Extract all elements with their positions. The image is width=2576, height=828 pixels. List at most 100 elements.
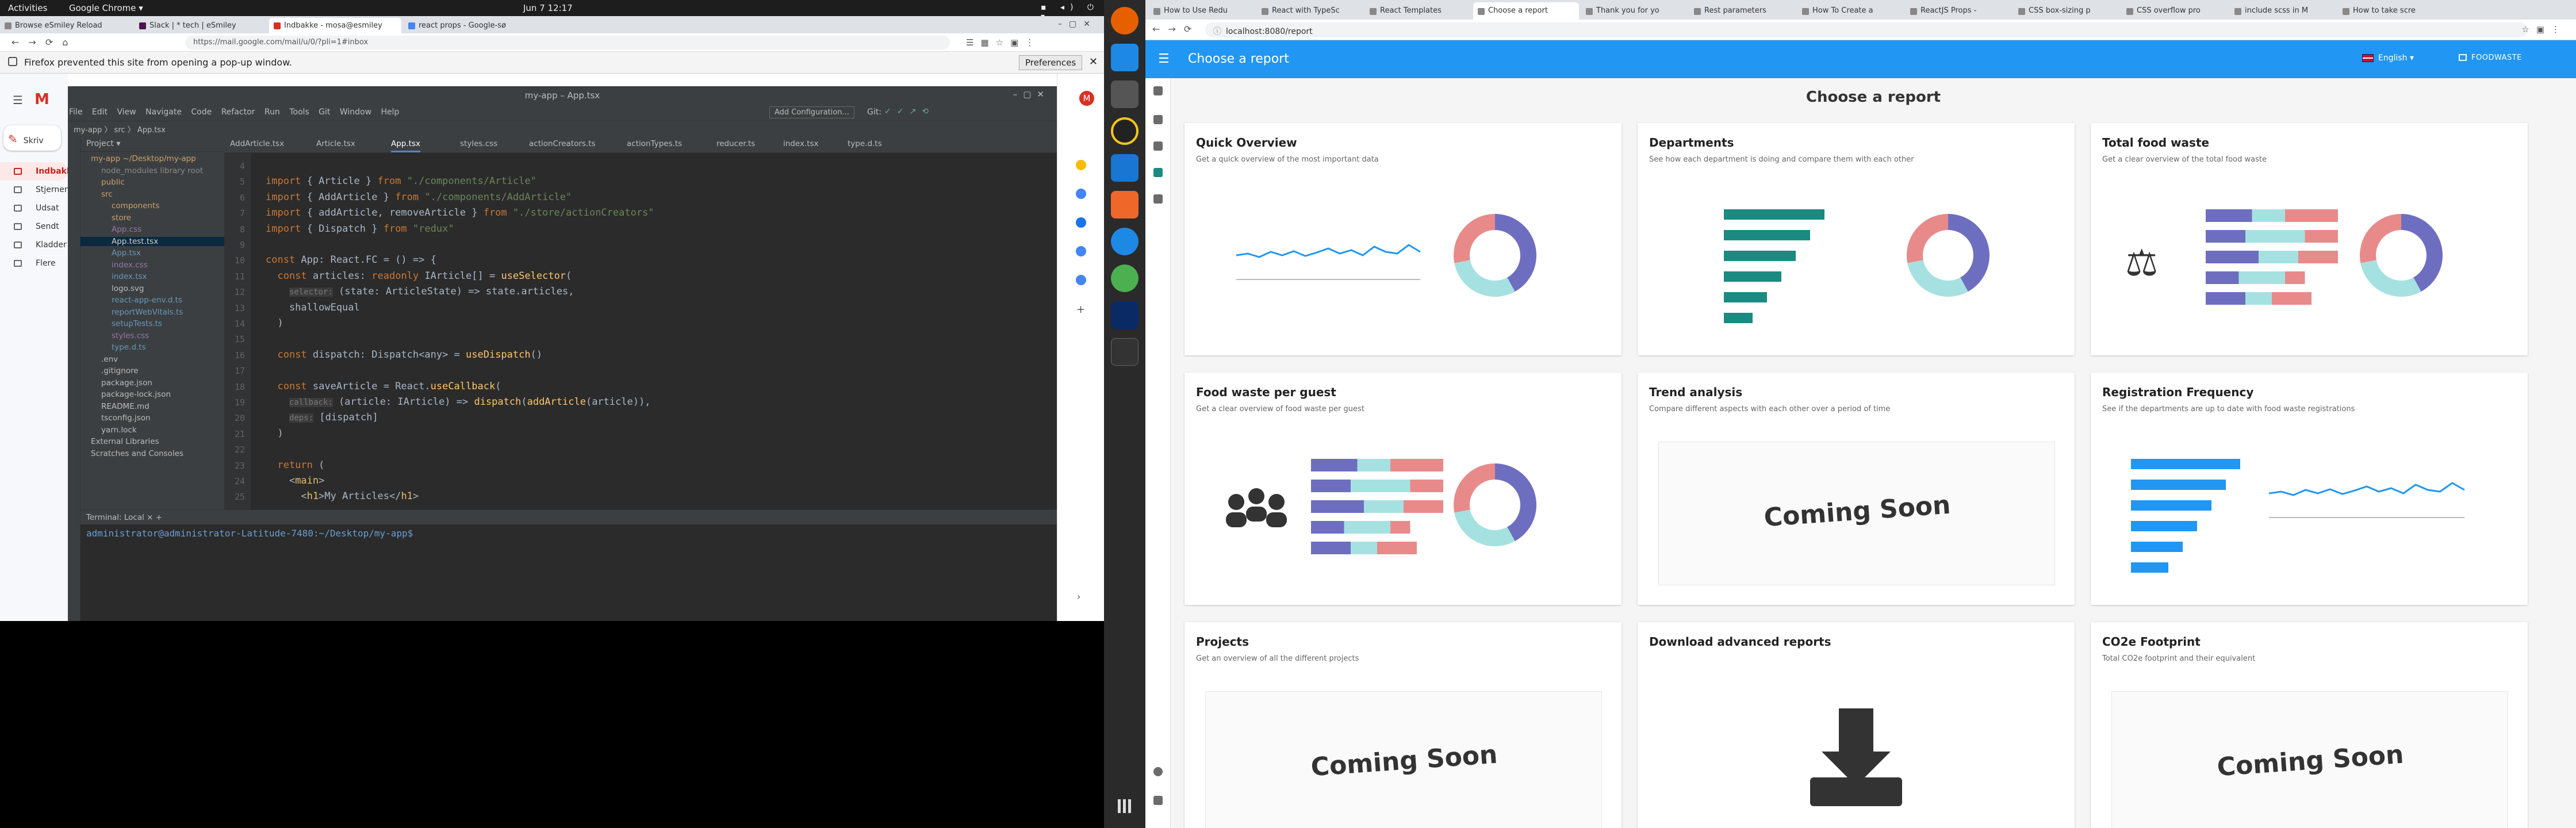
firefox-icon[interactable]: [1111, 7, 1138, 34]
tree-node[interactable]: index.css: [112, 260, 148, 270]
project-panel-header[interactable]: Project ▾: [80, 136, 224, 152]
report-card[interactable]: Quick Overview Get a quick overview of th…: [1184, 123, 1621, 355]
nav-buttons-icon[interactable]: ←→⟳: [1152, 24, 1199, 34]
tree-node[interactable]: store: [112, 213, 131, 223]
tree-node[interactable]: External Libraries: [91, 437, 159, 446]
app-menu[interactable]: Google Chrome ▾: [69, 3, 143, 13]
report-card[interactable]: Projects Get an overview of all the diffe…: [1184, 622, 1621, 828]
code-line[interactable]: callback: (article: IArticle) => dispatc…: [266, 396, 651, 408]
help-icon[interactable]: [1153, 767, 1163, 776]
keep-icon[interactable]: [1076, 189, 1086, 199]
brand-button[interactable]: FOODWASTE: [2471, 53, 2522, 62]
ide-menu-window[interactable]: Window: [340, 108, 371, 117]
tree-node[interactable]: src: [101, 190, 113, 199]
language-select[interactable]: English ▾: [2378, 53, 2414, 63]
ide-menu-code[interactable]: Code: [191, 108, 212, 117]
tree-node[interactable]: Scratches and Consoles: [91, 449, 183, 458]
right-tab[interactable]: How to take scre: [2338, 2, 2444, 20]
report-card[interactable]: Registration Frequency See if the departm…: [2091, 373, 2528, 605]
ide-menu-tools[interactable]: Tools: [289, 108, 309, 117]
editor-tab-active[interactable]: App.tsx: [391, 139, 420, 152]
thunderbird-icon[interactable]: [1111, 44, 1138, 71]
tree-node[interactable]: type.d.ts: [112, 343, 146, 352]
terminal-header[interactable]: Terminal: Local × +: [80, 509, 1057, 524]
code-line[interactable]: import { Article } from "./components/Ar…: [266, 175, 536, 187]
report-card[interactable]: Download advanced reports: [1638, 622, 2075, 828]
gmail-item-snoozed[interactable]: Udsat: [0, 199, 68, 217]
tree-node[interactable]: setupTests.ts: [112, 319, 162, 328]
code-line[interactable]: const dispatch: Dispatch<any> = useDispa…: [266, 349, 542, 361]
tree-node[interactable]: node_modules library root: [101, 166, 203, 175]
code-line[interactable]: <h1>My Articles</h1>: [266, 490, 419, 502]
rhythmbox-icon[interactable]: [1111, 117, 1138, 145]
gmail-item-starred[interactable]: Stjernem: [0, 181, 72, 199]
ide-menu-refactor[interactable]: Refactor: [221, 108, 255, 117]
editor-tab[interactable]: index.tsx: [783, 139, 819, 148]
tree-node[interactable]: index.tsx: [112, 272, 147, 281]
home-icon[interactable]: [1153, 86, 1163, 95]
right-tab[interactable]: ReactJS Props -: [1906, 2, 2011, 20]
right-tab[interactable]: Thank you for yo: [1581, 2, 1687, 20]
compose-button[interactable]: ✎ Skriv: [3, 125, 61, 151]
tree-node[interactable]: .gitignore: [101, 366, 139, 375]
left-tab[interactable]: Browse eSmiley Reload: [0, 18, 132, 33]
left-tab[interactable]: react props - Google-sø: [404, 18, 536, 33]
chevron-right-icon[interactable]: ›: [1077, 591, 1080, 602]
window-controls[interactable]: –▢✕: [1058, 20, 1097, 29]
ide-window-controls[interactable]: –▢✕: [1013, 89, 1050, 99]
close-icon[interactable]: ✕: [1089, 56, 1098, 68]
show-apps-icon[interactable]: [1118, 799, 1132, 813]
tree-node[interactable]: yarn.lock: [101, 425, 137, 435]
tree-node[interactable]: App.test.tsx: [80, 236, 224, 246]
scale-icon[interactable]: [1153, 115, 1163, 124]
tree-node[interactable]: react-app-env.d.ts: [112, 296, 182, 305]
code-line[interactable]: deps: [dispatch]: [266, 412, 378, 423]
editor-tab[interactable]: reducer.ts: [716, 139, 755, 148]
gmail-item-inbox[interactable]: Indbakke: [0, 162, 77, 181]
right-tab[interactable]: include scss in M: [2230, 2, 2336, 20]
clock[interactable]: Jun 7 12:17: [523, 3, 573, 13]
right-tab-active[interactable]: Choose a report: [1473, 2, 1579, 20]
tree-node[interactable]: App.css: [112, 225, 141, 234]
contacts-icon[interactable]: [1076, 246, 1086, 256]
menu-icon[interactable]: ☰: [1158, 52, 1170, 66]
code-line[interactable]: selector: (state: ArticleState) => state…: [266, 286, 574, 297]
right-tab[interactable]: How To Create a: [1797, 2, 1903, 20]
code-editor[interactable]: 4 5 6 7 8 9 10 11 12 13 14 15 16 17 18 19 20 21 22 23 24 25 i…: [224, 153, 1057, 509]
ide-tool-strip[interactable]: [68, 136, 80, 621]
webstorm-icon[interactable]: [1111, 301, 1138, 329]
ide-menu-navigate[interactable]: Navigate: [145, 108, 182, 117]
tasks-icon[interactable]: [1076, 217, 1086, 228]
tree-node[interactable]: styles.css: [112, 331, 149, 340]
code-line[interactable]: import { Dispatch } from "redux": [266, 223, 454, 235]
tree-node[interactable]: reportWebVitals.ts: [112, 308, 183, 317]
code-line[interactable]: const saveArticle = React.useCallback(: [266, 381, 501, 392]
logout-icon[interactable]: [1153, 796, 1163, 805]
right-tab[interactable]: React Templates: [1365, 2, 1471, 20]
tree-node[interactable]: components: [112, 201, 159, 210]
chrome-icon[interactable]: [1111, 264, 1138, 292]
report-card[interactable]: CO2e Footprint Total CO2e footprint and t…: [2091, 622, 2528, 828]
report-card[interactable]: Total food waste Get a clear overview of …: [2091, 123, 2528, 355]
tree-node[interactable]: my-app ~/Desktop/my-app: [91, 154, 196, 163]
right-tab[interactable]: CSS overflow pro: [2122, 2, 2228, 20]
report-card[interactable]: Trend analysis Compare different aspects …: [1638, 373, 2075, 605]
right-tab[interactable]: Rest parameters: [1689, 2, 1795, 20]
terminal[interactable]: administrator@administrator-Latitude-748…: [80, 524, 1057, 621]
ide-menu-git[interactable]: Git: [319, 108, 330, 117]
left-tab-active[interactable]: Indbakke - mosa@esmiley: [269, 18, 401, 33]
tree-node[interactable]: App.tsx: [112, 248, 141, 258]
right-address-field[interactable]: ⓘ localhost:8080/report: [1205, 22, 2528, 37]
editor-tab[interactable]: styles.css: [460, 139, 497, 148]
menu-icon[interactable]: ☰: [13, 93, 23, 107]
add-configuration-button[interactable]: Add Configuration...: [769, 106, 854, 118]
right-tab[interactable]: How to Use Redu: [1149, 2, 1255, 20]
code-line[interactable]: shallowEqual: [266, 302, 360, 313]
tree-node[interactable]: tsconfig.json: [101, 413, 151, 423]
gmail-item-more[interactable]: Flere: [0, 254, 68, 273]
nav-buttons-icon[interactable]: ←→⟳⌂: [12, 37, 77, 48]
activities-button[interactable]: Activities: [8, 3, 47, 13]
gear-icon[interactable]: [1153, 194, 1163, 204]
calendar-icon[interactable]: [1076, 160, 1086, 170]
document-icon[interactable]: [1153, 141, 1163, 151]
